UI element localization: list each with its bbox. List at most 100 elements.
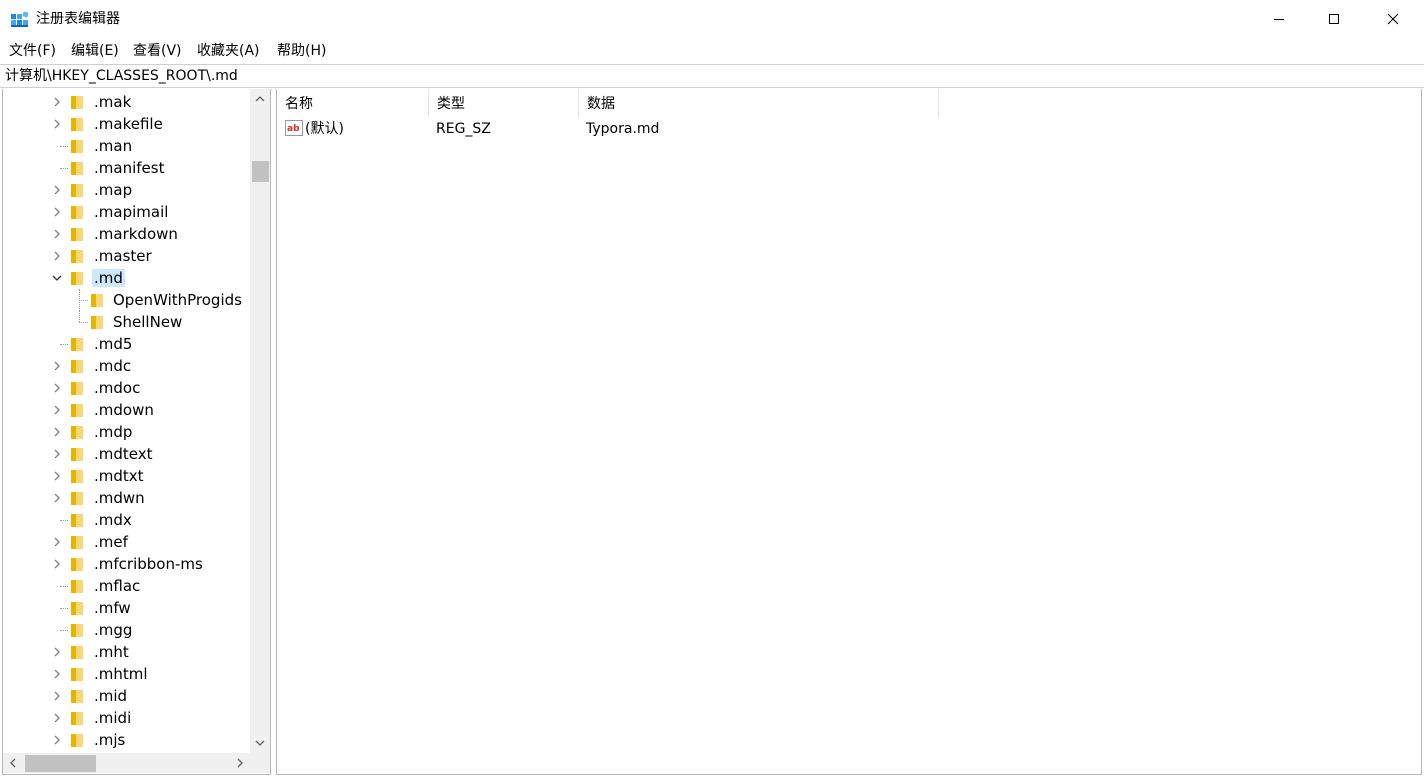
tree-key-label: .mjs xyxy=(94,731,126,749)
tree-key-label: .man xyxy=(94,137,133,155)
column-header-name[interactable]: 名称 xyxy=(277,89,429,117)
chevron-right-icon[interactable] xyxy=(51,96,63,108)
tree-connector xyxy=(60,608,68,609)
tree-subkey[interactable]: ShellNew xyxy=(3,311,251,333)
chevron-right-icon[interactable] xyxy=(51,690,63,702)
tree-key[interactable]: .mak xyxy=(3,91,251,113)
scroll-thumb-horizontal[interactable] xyxy=(25,755,96,772)
chevron-right-icon[interactable] xyxy=(51,448,63,460)
chevron-right-icon[interactable] xyxy=(51,404,63,416)
chevron-down-icon[interactable] xyxy=(51,272,63,284)
menu-edit[interactable]: 编辑(E) xyxy=(71,42,119,60)
tree-key-label: .mgg xyxy=(94,621,133,639)
tree-key[interactable]: .markdown xyxy=(3,223,251,245)
menu-file[interactable]: 文件(F) xyxy=(9,42,56,60)
tree-key[interactable]: .master xyxy=(3,245,251,267)
tree-key-label: .mfcribbon-ms xyxy=(94,555,203,573)
tree-key[interactable]: .md5 xyxy=(3,333,251,355)
tree-key[interactable]: .mdc xyxy=(3,355,251,377)
tree-key[interactable]: .mdtext xyxy=(3,443,251,465)
tree-key[interactable]: .mht xyxy=(3,641,251,663)
tree-key[interactable]: .mapimail xyxy=(3,201,251,223)
menu-favorites[interactable]: 收藏夹(A) xyxy=(197,42,260,60)
scroll-thumb[interactable] xyxy=(252,161,269,182)
tree-key[interactable]: .mdoc xyxy=(3,377,251,399)
tree-key-label: .mdtxt xyxy=(94,467,144,485)
folder-icon xyxy=(70,249,84,264)
tree-connector xyxy=(60,146,68,147)
tree-key[interactable]: .midi xyxy=(3,707,251,729)
values-list[interactable]: 名称 类型 数据 ab (默认) REG_SZ Typora.md xyxy=(276,89,1422,775)
chevron-right-icon[interactable] xyxy=(51,712,63,724)
tree-key[interactable]: .mhtml xyxy=(3,663,251,685)
close-button[interactable] xyxy=(1370,0,1416,38)
chevron-right-icon[interactable] xyxy=(51,558,63,570)
tree-key[interactable]: .mdwn xyxy=(3,487,251,509)
key-tree[interactable]: .mak .makefile .man .manifest .map .mapimail.… xyxy=(2,89,271,775)
close-icon xyxy=(1387,13,1399,25)
tree-connector xyxy=(60,168,68,169)
chevron-right-icon[interactable] xyxy=(51,470,63,482)
tree-key[interactable]: .manifest xyxy=(3,157,251,179)
tree-key[interactable]: .mdtxt xyxy=(3,465,251,487)
folder-icon xyxy=(70,667,84,682)
tree-key[interactable]: .mef xyxy=(3,531,251,553)
menu-view[interactable]: 查看(V) xyxy=(133,42,182,60)
folder-icon xyxy=(70,139,84,154)
value-row[interactable]: ab (默认) REG_SZ Typora.md xyxy=(277,118,977,140)
tree-horizontal-scrollbar[interactable] xyxy=(3,753,250,773)
tree-key[interactable]: .md xyxy=(3,267,251,289)
value-type: REG_SZ xyxy=(436,121,491,137)
tree-key-label: ShellNew xyxy=(113,313,183,331)
folder-icon xyxy=(70,227,84,242)
tree-key[interactable]: .mid xyxy=(3,685,251,707)
scroll-up-button[interactable] xyxy=(250,89,270,109)
chevron-right-icon[interactable] xyxy=(51,734,63,746)
scroll-right-button[interactable] xyxy=(230,753,250,773)
tree-key[interactable]: .mfcribbon-ms xyxy=(3,553,251,575)
scroll-down-button[interactable] xyxy=(250,733,270,753)
tree-vertical-scrollbar[interactable] xyxy=(250,89,270,753)
tree-key[interactable]: .mfw xyxy=(3,597,251,619)
menu-help[interactable]: 帮助(H) xyxy=(277,42,326,60)
chevron-right-icon[interactable] xyxy=(51,668,63,680)
tree-key[interactable]: .mdp xyxy=(3,421,251,443)
tree-key-label: .mdown xyxy=(94,401,154,419)
tree-key[interactable]: .mjs xyxy=(3,729,251,751)
tree-subkey[interactable]: OpenWithProgids xyxy=(3,289,251,311)
maximize-button[interactable] xyxy=(1311,0,1357,38)
chevron-right-icon[interactable] xyxy=(51,206,63,218)
chevron-right-icon[interactable] xyxy=(51,228,63,240)
tree-key-label: .md5 xyxy=(94,335,133,353)
tree-key[interactable]: .mdx xyxy=(3,509,251,531)
address-path[interactable]: 计算机\HKEY_CLASSES_ROOT\.md xyxy=(5,68,238,85)
tree-key[interactable]: .mflac xyxy=(3,575,251,597)
svg-text:ab: ab xyxy=(287,124,300,134)
tree-key[interactable]: .mgg xyxy=(3,619,251,641)
tree-key-label: .mid xyxy=(94,687,128,705)
folder-icon xyxy=(70,205,84,220)
folder-icon xyxy=(90,315,104,330)
column-header-data[interactable]: 数据 xyxy=(579,89,939,117)
value-data: Typora.md xyxy=(586,121,660,137)
chevron-right-icon[interactable] xyxy=(51,184,63,196)
chevron-right-icon[interactable] xyxy=(51,426,63,438)
tree-connector xyxy=(79,311,80,322)
minimize-button[interactable] xyxy=(1256,0,1302,38)
address-bar[interactable]: 计算机\HKEY_CLASSES_ROOT\.md xyxy=(0,64,1424,88)
tree-key[interactable]: .man xyxy=(3,135,251,157)
chevron-right-icon[interactable] xyxy=(51,382,63,394)
chevron-right-icon[interactable] xyxy=(51,118,63,130)
column-header-type[interactable]: 类型 xyxy=(429,89,579,117)
tree-key[interactable]: .makefile xyxy=(3,113,251,135)
scroll-left-button[interactable] xyxy=(3,753,23,773)
chevron-right-icon[interactable] xyxy=(51,250,63,262)
tree-key[interactable]: .mdown xyxy=(3,399,251,421)
tree-key[interactable]: .map xyxy=(3,179,251,201)
chevron-right-icon[interactable] xyxy=(51,646,63,658)
chevron-right-icon[interactable] xyxy=(51,536,63,548)
chevron-right-icon[interactable] xyxy=(51,360,63,372)
chevron-right-icon[interactable] xyxy=(51,492,63,504)
tree-key-label: .markdown xyxy=(94,225,178,243)
maximize-icon xyxy=(1329,14,1339,24)
